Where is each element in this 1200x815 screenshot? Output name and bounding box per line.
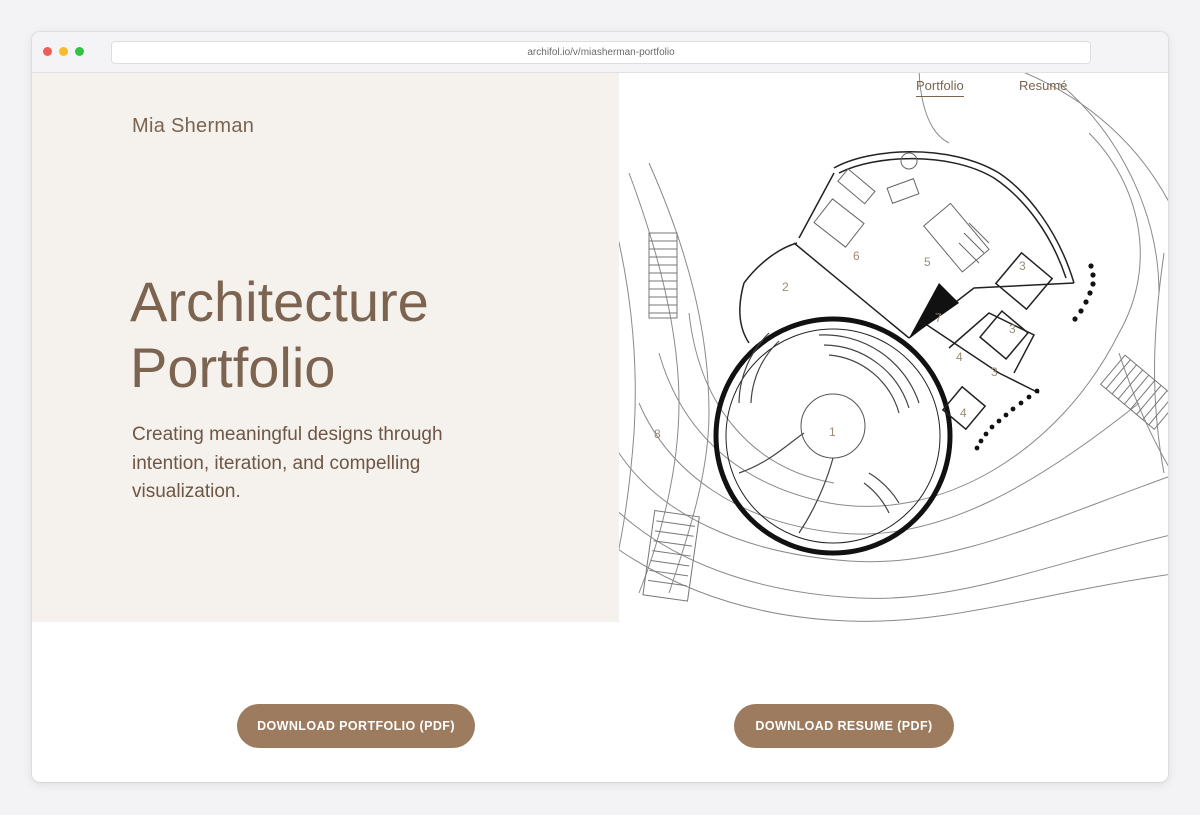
- plan-label-4b: 4: [960, 406, 967, 420]
- browser-window: archifol.io/v/miasherman-portfolio Mia S…: [32, 32, 1168, 782]
- minimize-window-icon[interactable]: [59, 47, 68, 56]
- address-bar[interactable]: archifol.io/v/miasherman-portfolio: [111, 41, 1091, 64]
- plan-label-6: 6: [853, 249, 860, 263]
- floor-plan-image: 1 2 3 3 3 4 4 5 6 7 8: [619, 73, 1168, 622]
- close-window-icon[interactable]: [43, 47, 52, 56]
- plan-label-3b: 3: [1009, 322, 1016, 336]
- nav-portfolio-link[interactable]: Portfolio: [916, 78, 964, 97]
- plan-label-1: 1: [829, 425, 836, 439]
- browser-chrome: archifol.io/v/miasherman-portfolio: [32, 32, 1168, 73]
- plan-label-3a: 3: [1019, 259, 1026, 273]
- plan-label-5: 5: [924, 255, 931, 269]
- site-brand[interactable]: Mia Sherman: [132, 115, 254, 138]
- download-portfolio-button[interactable]: DOWNLOAD PORTFOLIO (PDF): [237, 704, 475, 748]
- floor-plan-drawing: 1 2 3 3 3 4 4 5 6 7 8: [619, 73, 1168, 622]
- maximize-window-icon[interactable]: [75, 47, 84, 56]
- download-resume-button[interactable]: DOWNLOAD RESUME (PDF): [734, 704, 954, 748]
- page-title: Architecture Portfolio: [130, 269, 590, 401]
- plan-label-7: 7: [935, 311, 942, 325]
- page-title-line-2: Portfolio: [130, 336, 336, 399]
- hero-tagline: Creating meaningful designs through inte…: [132, 424, 443, 502]
- hero-text-panel: Mia Sherman Architecture Portfolio Creat…: [32, 73, 619, 622]
- nav-resume-link[interactable]: Resumé: [1019, 78, 1067, 93]
- plan-label-4a: 4: [956, 350, 963, 364]
- plan-label-8: 8: [654, 427, 661, 441]
- plan-label-3c: 3: [991, 365, 998, 379]
- plan-label-2: 2: [782, 280, 789, 294]
- page-title-line-1: Architecture: [130, 270, 429, 333]
